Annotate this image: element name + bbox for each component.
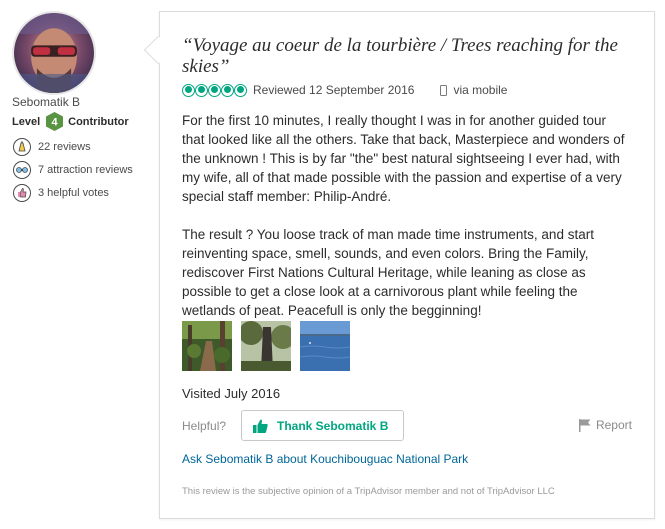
review-meta: Reviewed 12 September 2016 via mobile [182,83,507,97]
helpful-label: Helpful? [182,419,227,433]
report-link[interactable]: Report [578,418,632,432]
stat-helpful-votes: 3 helpful votes [12,183,109,203]
member-level: Level 4 Contributor [12,112,129,131]
flag-icon [578,418,591,432]
reviewed-date: Reviewed 12 September 2016 [253,83,415,97]
forest-path-photo[interactable] [182,321,232,371]
rating-bubble-icon [234,83,247,97]
rating-bubble-icon [195,83,208,97]
stat-helpful-text: 3 helpful votes [38,187,109,199]
stat-reviews-text: 22 reviews [38,141,91,153]
review-photos [182,321,359,371]
review-disclaimer: This review is the subjective opinion of… [182,486,555,497]
ask-member-link[interactable]: Ask Sebomatik B about Kouchibouguac Nati… [182,452,468,466]
attraction-badge-icon [12,160,32,180]
rating-bubble-icon [182,83,195,97]
member-name[interactable]: Sebomatik B [12,95,80,109]
thumbs-up-icon [253,419,268,433]
level-badge: 4 [46,112,64,131]
mobile-phone-icon [440,84,448,96]
avatar[interactable] [12,11,96,95]
level-number: 4 [52,117,59,129]
thank-button[interactable]: Thank Sebomatik B [241,410,405,441]
review-body: For the first 10 minutes, I really thoug… [182,111,632,320]
helpful-row: Helpful? Thank Sebomatik B Report [182,410,634,442]
thumbs-up-badge-icon [12,183,32,203]
review-card: “Voyage au coeur de la tourbière / Trees… [159,11,655,519]
level-prefix: Level [12,115,41,128]
review-paragraph: The result ? You loose track of man made… [182,227,594,318]
thank-button-label: Thank Sebomatik B [277,418,389,433]
stat-reviews: 22 reviews [12,137,91,157]
tree-trunk-photo[interactable] [241,321,291,371]
pencil-badge-icon [12,137,32,157]
review-title[interactable]: “Voyage au coeur de la tourbière / Trees… [182,35,632,77]
visited-date: Visited July 2016 [182,386,281,401]
via-mobile: via mobile [453,83,508,97]
rating-bubble-icon [221,83,234,97]
report-label: Report [595,418,632,432]
rating-bubble-icon [208,83,221,97]
review-paragraph: For the first 10 minutes, I really thoug… [182,113,625,204]
lake-water-photo[interactable] [300,321,350,371]
stat-attractions-text: 7 attraction reviews [38,164,133,176]
member-info: Sebomatik B Level 4 Contributor 22 revie… [0,0,158,529]
level-title: Contributor [68,115,129,128]
stat-attractions: 7 attraction reviews [12,160,133,180]
avatar-image [14,13,94,93]
bubble-rating [182,83,247,97]
